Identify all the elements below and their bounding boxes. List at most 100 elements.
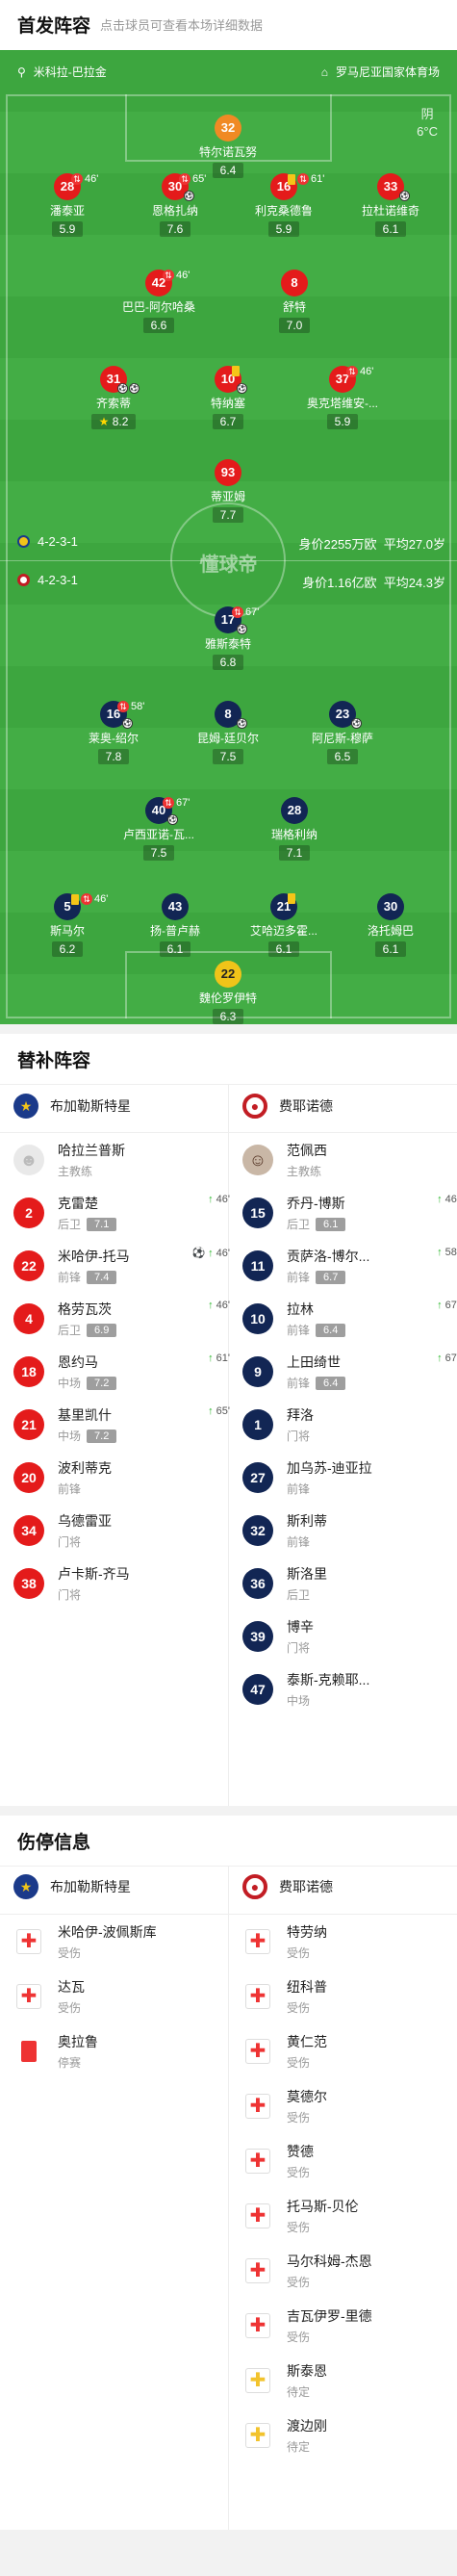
player-events: ⇅ 46' <box>71 893 108 905</box>
injury-cross-icon: ✚ <box>245 1929 270 1954</box>
sub-event: ↑ 65' <box>208 1405 230 1417</box>
player-marker[interactable]: 33 ⚽ 拉杜诺维奇 6.1 <box>333 173 448 238</box>
away-crest-icon: ● <box>242 1874 267 1899</box>
sub-event: ↑46' <box>208 1194 230 1205</box>
player-name: 莱奥-绍尔 <box>89 732 139 745</box>
sub-in-icon: ↑ <box>208 1247 214 1259</box>
sub-player-row[interactable]: 38 卢卡斯-齐马 门将 <box>13 1564 230 1603</box>
injury-row[interactable]: 奥拉鲁 停赛 <box>13 2032 230 2071</box>
player-marker[interactable]: 37 ⇅ 46' 奥克塔维安-... 5.9 <box>285 366 400 430</box>
jersey-number: 38 <box>13 1568 44 1599</box>
sub-player-row[interactable]: 21 基里凯什 中场 7.2 ↑ 65' <box>13 1405 230 1444</box>
player-marker[interactable]: 30 ⇅ 65' ⚽ 恩格扎纳 7.6 <box>117 173 233 238</box>
subs-home-team[interactable]: ★ 布加勒斯特星 <box>13 1094 131 1119</box>
sub-player-row[interactable]: 22 米哈伊-托马 前锋 7.4 ⚽ ↑ 46' <box>13 1247 230 1285</box>
sub-player-row[interactable]: 2 克雷楚 后卫 7.1 ↑ 46' <box>13 1194 230 1232</box>
away-crest-icon: ● <box>242 1094 267 1119</box>
substitution-icon: ⇅ <box>163 270 174 281</box>
watermark-logo: 懂球帝 <box>199 554 258 576</box>
sub-player-row[interactable]: 27 加乌苏-迪亚拉 前锋 <box>242 1458 457 1497</box>
player-position: 门将 <box>58 1535 82 1549</box>
player-marker[interactable]: 16 ⇅ 61' 利克桑德鲁 5.9 <box>226 173 342 238</box>
injuries-away-team[interactable]: ● 费耶诺德 <box>242 1874 333 1899</box>
injury-status: 受伤 <box>287 2056 311 2070</box>
player-marker[interactable]: 5 ⇅ 46' 斯马尔 6.2 <box>10 893 125 958</box>
away-coach[interactable]: ☺ 范佩西 主教练 <box>242 1141 457 1179</box>
jersey-number: 93 <box>215 459 241 486</box>
injury-row[interactable]: ✚ 托马斯-贝伦 受伤 <box>242 2197 457 2235</box>
injury-row[interactable]: ✚ 达瓦 受伤 <box>13 1977 230 2016</box>
injury-row[interactable]: ✚ 黄仁范 受伤 <box>242 2032 457 2071</box>
sub-player-row[interactable]: 18 恩约马 中场 7.2 ↑ 61' <box>13 1352 230 1391</box>
player-name: 波利蒂克 <box>58 1460 112 1476</box>
sub-minute: 65' <box>216 1405 230 1417</box>
player-marker[interactable]: 17 ⇅ 67' ⚽ 雅斯泰特 6.8 <box>170 606 286 671</box>
sub-player-row[interactable]: 4 格劳瓦茨 后卫 6.9 ↑ 46' <box>13 1300 230 1338</box>
player-marker[interactable]: 31 ⚽ ⚽ 齐索蒂 ★ 8.2 <box>56 366 171 430</box>
player-rating: 6.5 <box>326 749 359 764</box>
player-name: 乌德雷亚 <box>58 1513 112 1529</box>
player-name: 洛托姆巴 <box>367 924 414 938</box>
jersey-number: 28 <box>281 797 308 824</box>
player-name: 奥克塔维安-... <box>307 397 378 410</box>
player-position: 后卫 <box>58 1218 82 1231</box>
player-marker[interactable]: 8 ⚽ 昆姆-廷贝尔 7.5 <box>170 701 286 765</box>
doubtful-icon: ✚ <box>245 2368 270 2393</box>
player-marker[interactable]: 28 瑞格利纳 7.1 <box>237 797 352 862</box>
rating-value: 8.2 <box>112 415 129 428</box>
injury-row[interactable]: ✚ 特劳纳 受伤 <box>242 1922 457 1961</box>
player-marker[interactable]: 40 ⇅ 67' ⚽ 卢西亚诺-瓦... 7.5 <box>101 797 216 862</box>
player-name: 魏伦罗伊特 <box>198 992 257 1005</box>
player-marker[interactable]: 28 ⇅ 46' 潘泰亚 5.9 <box>10 173 125 238</box>
injury-row[interactable]: ✚ 赞德 受伤 <box>242 2142 457 2180</box>
injury-row[interactable]: ✚ 吉瓦伊罗-里德 受伤 <box>242 2306 457 2345</box>
injury-row[interactable]: ✚ 莫德尔 受伤 <box>242 2087 457 2125</box>
player-events: ⇅ 67' <box>232 606 259 618</box>
player-name: 吉瓦伊罗-里德 <box>287 2308 372 2324</box>
subs-away-team[interactable]: ● 费耶诺德 <box>242 1094 333 1119</box>
sub-player-row[interactable]: 20 波利蒂克 前锋 <box>13 1458 230 1497</box>
home-coach[interactable]: ☻ 哈拉兰普斯 主教练 <box>13 1141 230 1179</box>
jersey-number: 32 <box>242 1515 273 1546</box>
sub-player-row[interactable]: 39 博辛 门将 <box>242 1617 457 1656</box>
jersey-number: 32 <box>215 115 241 142</box>
rating-value: 6.7 <box>219 415 237 428</box>
player-marker[interactable]: 93 蒂亚姆 7.7 <box>170 459 286 524</box>
player-name: 利克桑德鲁 <box>254 204 313 218</box>
sub-player-row[interactable]: 36 斯洛里 后卫 <box>242 1564 457 1603</box>
player-name: 斯利蒂 <box>287 1513 327 1529</box>
player-name: 齐索蒂 <box>95 397 131 410</box>
column-divider <box>228 1084 229 1806</box>
player-marker[interactable]: 8 舒特 7.0 <box>237 270 352 334</box>
rating-value: 6.2 <box>59 942 76 956</box>
sub-player-row[interactable]: 1 拜洛 门将 <box>242 1405 457 1444</box>
sub-player-row[interactable]: 32 斯利蒂 前锋 <box>242 1511 457 1550</box>
player-marker[interactable]: 22 魏伦罗伊特 6.3 <box>170 961 286 1024</box>
sub-player-row[interactable]: 15 乔丹-博斯后卫 6.1 ↑46' <box>242 1194 457 1232</box>
injury-row[interactable]: ✚ 渡边刚 待定 <box>242 2416 457 2455</box>
player-marker[interactable]: 10 ⚽ 特纳塞 6.7 <box>170 366 286 430</box>
player-name: 蒂亚姆 <box>210 490 245 503</box>
sub-minute: 67' <box>444 1352 457 1364</box>
player-marker[interactable]: 21 艾哈迈多霍... 6.1 <box>226 893 342 958</box>
player-marker[interactable]: 32 特尔诺瓦努 6.4 <box>170 115 286 179</box>
sub-player-row[interactable]: 47 泰斯-克赖耶... 中场 <box>242 1670 457 1709</box>
goal-ball-icon: ⚽ <box>191 1248 206 1259</box>
sub-minute: 46' <box>85 173 99 185</box>
injuries-home-team[interactable]: ★ 布加勒斯特星 <box>13 1874 131 1899</box>
sub-player-row[interactable]: 11 贡萨洛-博尔... 前锋 6.7 ↑58' <box>242 1247 457 1285</box>
injury-row[interactable]: ✚ 马尔科姆-杰恩 受伤 <box>242 2252 457 2290</box>
player-marker[interactable]: 16 ⇅ 58' ⚽ 莱奥-绍尔 7.8 <box>56 701 171 765</box>
injury-row[interactable]: ✚ 纽科普 受伤 <box>242 1977 457 2016</box>
sub-player-row[interactable]: 9 上田绮世前锋 6.4 ↑67' <box>242 1352 457 1391</box>
sub-player-row[interactable]: 34 乌德雷亚 门将 <box>13 1511 230 1550</box>
player-marker[interactable]: 23 ⚽ 阿尼斯-穆萨 6.5 <box>285 701 400 765</box>
injury-row[interactable]: ✚ 斯泰恩 待定 <box>242 2361 457 2400</box>
player-marker[interactable]: 43 扬-普卢赫 6.1 <box>117 893 233 958</box>
player-marker[interactable]: 30 洛托姆巴 6.1 <box>333 893 448 958</box>
player-marker[interactable]: 42 ⇅ 46' 巴巴-阿尔哈桑 6.6 <box>101 270 216 334</box>
injury-row[interactable]: ✚ 米哈伊-波佩斯库 受伤 <box>13 1922 230 1961</box>
injury-cross-icon: ✚ <box>245 2203 270 2228</box>
player-position: 前锋 <box>58 1271 82 1284</box>
sub-player-row[interactable]: 10 拉林前锋 6.4 ↑67' <box>242 1300 457 1338</box>
